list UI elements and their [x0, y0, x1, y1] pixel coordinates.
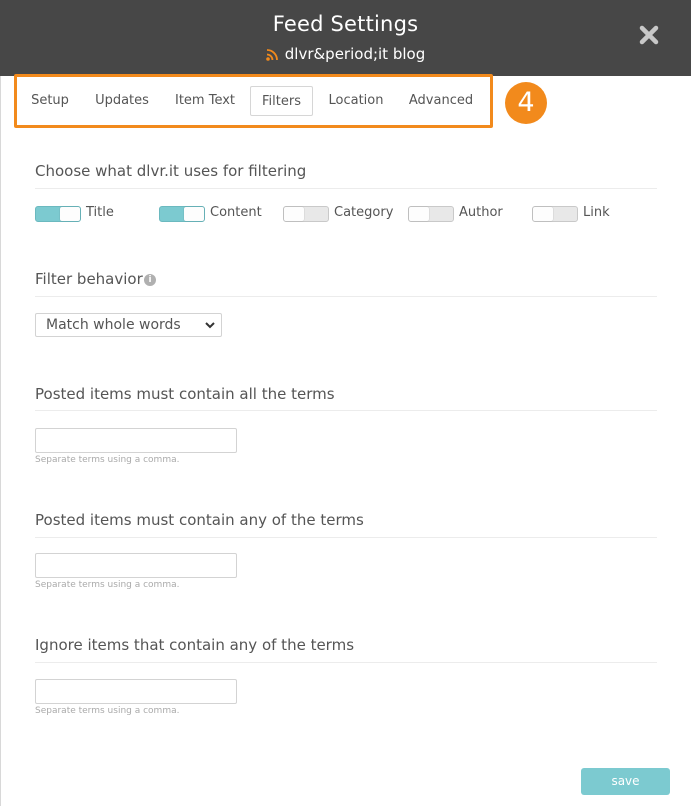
- modal-title: Feed Settings: [272, 12, 419, 36]
- tab-item-text[interactable]: Item Text: [172, 86, 238, 116]
- all-terms-help: Separate terms using a comma.: [35, 455, 180, 465]
- modal-left-border: [0, 76, 1, 806]
- section-divider: [35, 296, 657, 297]
- filtering-section-title: Choose what dlvr.it uses for filtering: [35, 162, 307, 180]
- author-toggle-label: Author: [459, 205, 503, 220]
- tab-advanced[interactable]: Advanced: [405, 86, 477, 116]
- step-number-badge: 4: [505, 82, 547, 124]
- section-divider: [35, 410, 657, 411]
- feed-name: dlvr&period;it blog: [284, 45, 426, 63]
- section-divider: [35, 662, 657, 663]
- title-toggle[interactable]: [35, 206, 81, 222]
- any-terms-help: Separate terms using a comma.: [35, 580, 180, 590]
- author-toggle[interactable]: [408, 206, 454, 222]
- tab-location[interactable]: Location: [325, 86, 387, 116]
- content-toggle[interactable]: [159, 206, 205, 222]
- all-terms-title: Posted items must contain all the terms: [35, 385, 335, 403]
- filter-behavior-title: Filter behavior: [35, 270, 143, 288]
- link-toggle[interactable]: [532, 206, 578, 222]
- category-toggle[interactable]: [283, 206, 329, 222]
- section-divider: [35, 537, 657, 538]
- all-terms-input[interactable]: [35, 428, 237, 453]
- feed-subtitle: dlvr&period;it blog: [0, 45, 691, 63]
- ignore-terms-input[interactable]: [35, 679, 237, 704]
- save-button[interactable]: save: [581, 768, 670, 795]
- category-toggle-label: Category: [334, 205, 394, 220]
- info-icon[interactable]: i: [144, 274, 156, 286]
- title-toggle-label: Title: [86, 205, 114, 220]
- content-toggle-label: Content: [210, 205, 262, 220]
- tab-updates[interactable]: Updates: [91, 86, 153, 116]
- modal-header: Feed Settings dlvr&period;it blog: [0, 0, 691, 76]
- ignore-terms-help: Separate terms using a comma.: [35, 706, 180, 716]
- any-terms-title: Posted items must contain any of the ter…: [35, 511, 364, 529]
- ignore-terms-title: Ignore items that contain any of the ter…: [35, 636, 355, 654]
- filter-behavior-select[interactable]: Match whole words: [35, 313, 222, 337]
- any-terms-input[interactable]: [35, 553, 237, 578]
- rss-icon: [265, 48, 278, 61]
- chevron-down-icon: [205, 322, 215, 329]
- tab-filters[interactable]: Filters: [250, 86, 313, 116]
- link-toggle-label: Link: [583, 205, 610, 220]
- section-divider: [35, 188, 657, 189]
- tab-setup[interactable]: Setup: [28, 86, 72, 116]
- close-icon[interactable]: [639, 25, 659, 45]
- filter-behavior-value: Match whole words: [46, 317, 181, 333]
